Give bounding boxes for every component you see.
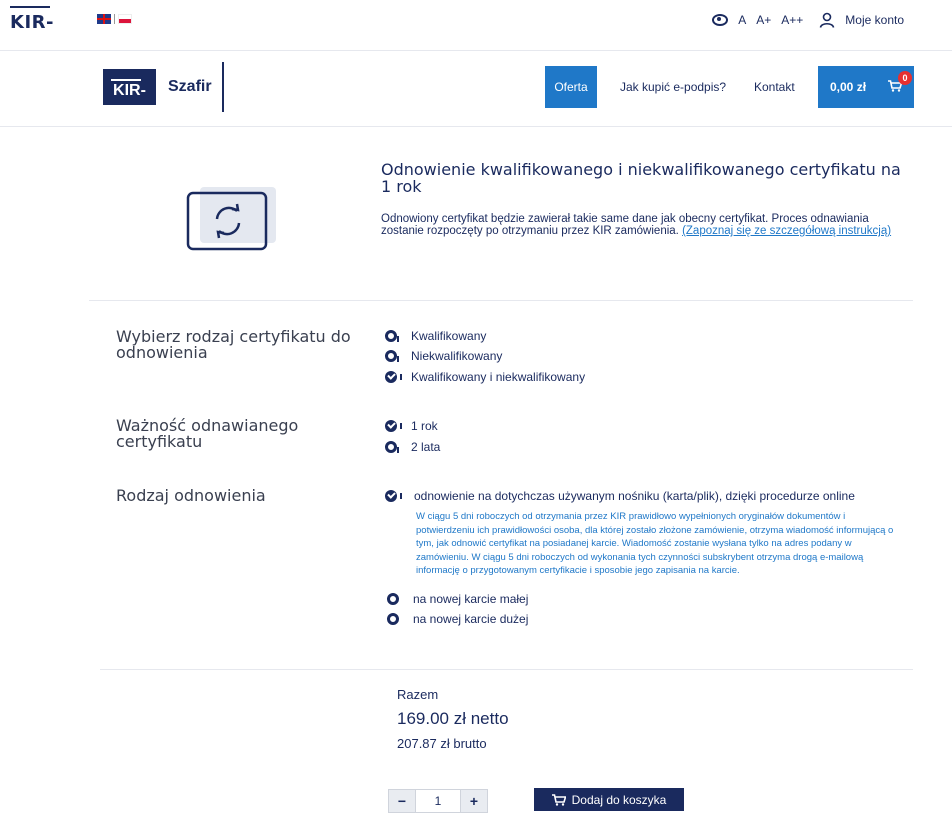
user-icon[interactable] (819, 12, 835, 28)
radio-unchecked-icon[interactable] (387, 613, 399, 625)
brand-name: Szafir (168, 78, 212, 95)
option-kwalifikowany-i-niekwalifikowany[interactable]: Kwalifikowany i niekwalifikowany (385, 370, 585, 384)
renewal-info-text: W ciągu 5 dni roboczych od otrzymania pr… (416, 511, 894, 576)
cart-button[interactable]: 0,00 zł 0 (818, 66, 914, 108)
totals-divider (100, 669, 913, 670)
radio-unchecked-icon[interactable] (385, 330, 399, 342)
quantity-input[interactable] (415, 790, 461, 812)
radio-unchecked-icon[interactable] (385, 350, 399, 362)
validity-label: Ważność odnawianego certyfikatu (116, 416, 299, 451)
cert-type-label: Wybierz rodzaj certyfikatu do odnowienia (116, 327, 351, 362)
decrease-quantity-button[interactable]: − (389, 790, 415, 812)
renewal-type-label: Rodzaj odnowienia (116, 486, 266, 505)
pl-flag-icon[interactable] (118, 14, 132, 24)
radio-checked-icon[interactable] (385, 371, 402, 383)
cart-count-badge: 0 (898, 71, 912, 85)
option-kwalifikowany[interactable]: Kwalifikowany (385, 329, 486, 343)
uk-flag-icon[interactable] (97, 14, 111, 24)
option-small-card[interactable]: na nowej karcie małej (387, 592, 528, 606)
radio-checked-icon[interactable] (385, 490, 402, 502)
radio-unchecked-icon[interactable] (387, 593, 399, 605)
option-online-renewal[interactable]: odnowienie na dotychczas używanym nośnik… (385, 489, 855, 503)
increase-quantity-button[interactable]: + (461, 790, 487, 812)
brand-divider (221, 62, 224, 112)
accessibility-tools: A A+ A++ Moje konto (712, 12, 904, 28)
kir-brand-box: KIR - (103, 69, 156, 105)
section-divider (89, 300, 913, 301)
add-to-cart-label: Dodaj do koszyka (571, 792, 667, 807)
product-title: Odnowienie kwalifikowanego i niekwalifik… (381, 160, 901, 196)
radio-checked-icon[interactable] (385, 420, 402, 432)
cart-icon (551, 793, 566, 806)
kir-logo[interactable]: KIR- (10, 6, 54, 33)
contrast-eye-icon[interactable] (712, 14, 729, 26)
font-size-xlarge[interactable]: A++ (781, 13, 803, 27)
option-niekwalifikowany[interactable]: Niekwalifikowany (385, 349, 502, 363)
total-brutto: 207.87 zł brutto (397, 736, 487, 751)
top-utility-bar: KIR- A A+ A++ Moje konto (0, 0, 952, 51)
total-label: Razem (397, 687, 439, 702)
font-size-large[interactable]: A+ (756, 13, 771, 27)
main-navigation: KIR - Szafir Oferta Jak kupić e-podpis? K… (0, 51, 952, 127)
account-link[interactable]: Moje konto (845, 13, 904, 27)
add-to-cart-button[interactable]: Dodaj do koszyka (534, 788, 684, 811)
option-2-lata[interactable]: 2 lata (385, 440, 440, 454)
nav-item-jak-kupic[interactable]: Jak kupić e-podpis? (620, 80, 726, 94)
nav-item-kontakt[interactable]: Kontakt (754, 80, 795, 94)
nav-item-oferta[interactable]: Oferta (545, 66, 597, 108)
product-description: Odnowiony certyfikat będzie zawierał tak… (381, 213, 892, 237)
quantity-stepper: − + (388, 789, 488, 813)
option-1-rok[interactable]: 1 rok (385, 419, 438, 433)
flag-separator (114, 14, 115, 24)
cart-amount: 0,00 zł (830, 80, 867, 94)
font-size-normal[interactable]: A (738, 13, 746, 27)
option-large-card[interactable]: na nowej karcie dużej (387, 612, 528, 626)
renewal-product-icon (186, 187, 276, 251)
brand-logo[interactable]: KIR - Szafir (103, 62, 224, 112)
instruction-link[interactable]: (Zapoznaj się ze szczegółową instrukcją) (682, 225, 891, 237)
radio-unchecked-icon[interactable] (385, 441, 399, 453)
language-switcher (97, 14, 132, 24)
total-netto: 169.00 zł netto (397, 709, 509, 728)
